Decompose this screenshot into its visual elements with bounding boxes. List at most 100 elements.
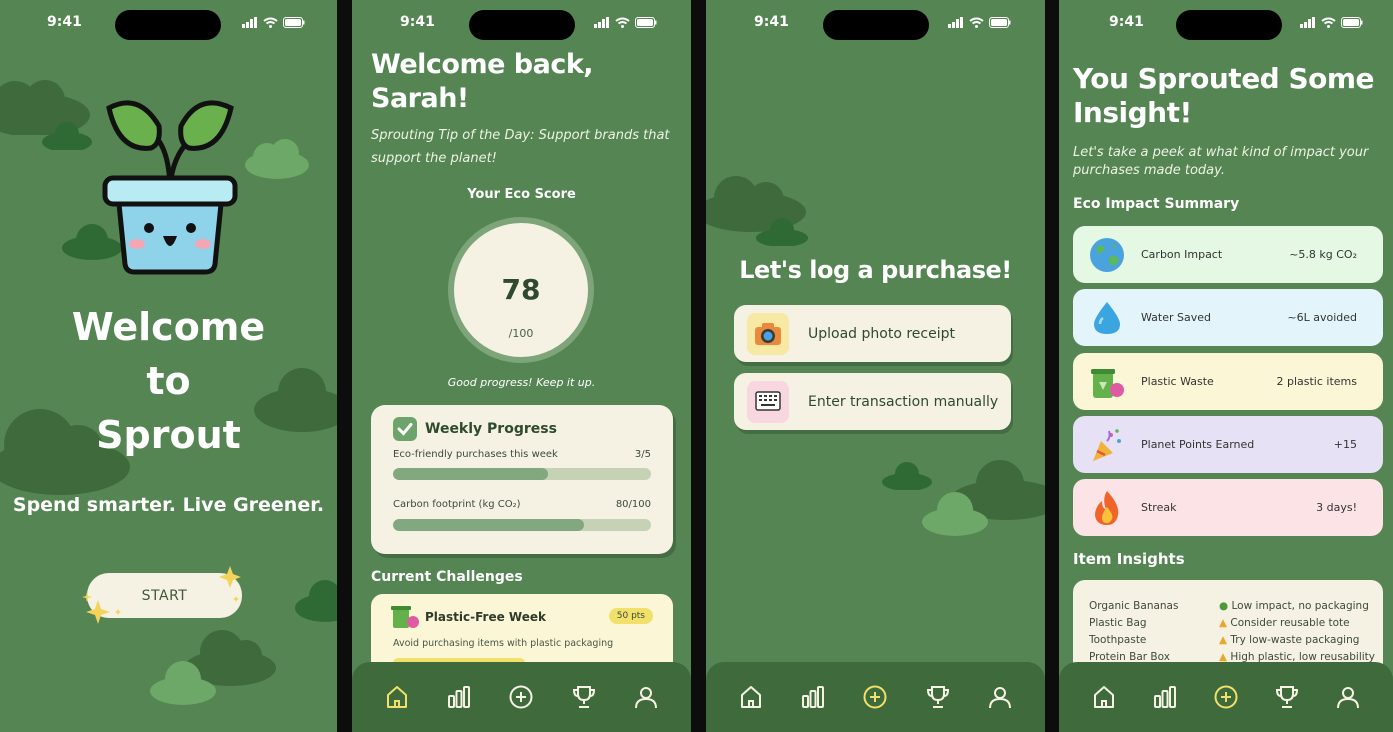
welcome-screen: 9:41 Welcome to Sprout Spend smarter. Li…: [0, 0, 337, 732]
status-time: 9:41: [1109, 14, 1144, 30]
stats-icon: [448, 686, 471, 708]
profile-icon: [634, 687, 657, 709]
tab-rewards[interactable]: [1272, 682, 1302, 712]
impact-row-carbon: Carbon Impact ~5.8 kg CO₂: [1073, 226, 1383, 283]
tab-stats[interactable]: [444, 682, 474, 712]
item-insight-list: ● Low impact, no packaging ▲ Consider re…: [1219, 598, 1375, 666]
insight-text: Try low-waste packaging: [1230, 634, 1360, 646]
cloud-decoration: [150, 661, 216, 705]
greeting-title: Welcome back, Sarah!: [371, 48, 594, 116]
title-line: Welcome: [71, 305, 266, 349]
item-name: Toothpaste: [1089, 634, 1147, 646]
progress-bar: [393, 468, 651, 480]
battery-icon: [283, 17, 305, 28]
party-popper-icon: [1087, 425, 1127, 465]
sparkle-icon: [82, 566, 241, 624]
progress-row-label: Eco-friendly purchases this week: [393, 449, 558, 460]
progress-bar: [393, 519, 651, 531]
progress-row-label: Carbon footprint (kg CO₂): [393, 499, 521, 510]
progress-bar-fill: [393, 519, 584, 531]
item-insight: ▲ Try low-waste packaging: [1219, 632, 1375, 649]
weekly-progress-card: Weekly Progress Eco-friendly purchases t…: [371, 405, 673, 554]
cloud-decoration: [882, 462, 932, 490]
current-challenges-label: Current Challenges: [371, 569, 523, 585]
cloud-decoration: [295, 580, 337, 622]
dynamic-island: [115, 10, 221, 40]
trophy-icon: [572, 686, 595, 708]
upload-receipt-button[interactable]: Upload photo receipt: [734, 305, 1011, 362]
eco-score-max: /100: [508, 327, 534, 340]
battery-icon: [1341, 17, 1363, 28]
trophy-icon: [1276, 686, 1299, 708]
impact-name: Water Saved: [1141, 311, 1211, 324]
item-insight: ▲ Consider reusable tote: [1219, 615, 1375, 632]
tagline: Spend smarter. Live Greener.: [12, 494, 325, 516]
tab-add[interactable]: [860, 682, 890, 712]
status-bar: 9:41: [1059, 0, 1393, 48]
challenge-title: Plastic-Free Week: [425, 610, 546, 624]
add-icon: [863, 685, 887, 709]
insights-title: You Sprouted Some Insight!: [1073, 62, 1375, 130]
impact-value: 3 days!: [1316, 501, 1357, 514]
tab-profile[interactable]: [631, 682, 661, 712]
cellular-icon: [1300, 17, 1315, 28]
fire-icon: [1087, 488, 1127, 528]
leaf-icon: ●: [1219, 600, 1229, 612]
tip-of-the-day: Sprouting Tip of the Day: Support brands…: [371, 128, 670, 166]
checkbox-checked-icon: [393, 417, 417, 441]
tab-rewards[interactable]: [923, 682, 953, 712]
weekly-progress-title: Weekly Progress: [425, 421, 557, 437]
earth-icon: [1087, 235, 1127, 275]
tab-home[interactable]: [1089, 682, 1119, 712]
cellular-icon: [948, 17, 963, 28]
home-icon: [1093, 686, 1114, 708]
dynamic-island: [823, 10, 929, 40]
tab-profile[interactable]: [1333, 682, 1363, 712]
recycle-bin-icon: [1087, 362, 1127, 402]
add-icon: [1214, 685, 1238, 709]
tab-add[interactable]: [1211, 682, 1241, 712]
item-insights-label: Item Insights: [1073, 550, 1185, 568]
insight-text: Low impact, no packaging: [1231, 600, 1369, 612]
progress-note: Good progress! Keep it up.: [447, 376, 596, 389]
cloud-decoration: [42, 122, 92, 150]
item-name: Organic Bananas: [1089, 600, 1179, 612]
impact-value: ~5.8 kg CO₂: [1289, 248, 1357, 261]
home-icon: [741, 686, 762, 708]
manual-entry-button[interactable]: Enter transaction manually: [734, 373, 1011, 430]
tab-rewards[interactable]: [569, 682, 599, 712]
status-time: 9:41: [47, 14, 82, 30]
tab-home[interactable]: [382, 682, 412, 712]
eco-score-value: 78: [501, 273, 541, 306]
impact-row-points: Planet Points Earned +15: [1073, 416, 1383, 473]
impact-value: ~6L avoided: [1287, 311, 1357, 324]
insights-subtitle: Let's take a peek at what kind of impact…: [1073, 145, 1369, 178]
tab-stats[interactable]: [798, 682, 828, 712]
insight-text: Consider reusable tote: [1230, 617, 1350, 629]
status-icons: [594, 17, 657, 28]
cellular-icon: [594, 17, 609, 28]
impact-name: Carbon Impact: [1141, 248, 1223, 261]
upload-receipt-label: Upload photo receipt: [808, 325, 955, 342]
impact-name: Planet Points Earned: [1141, 438, 1255, 451]
points-badge: 50 pts: [608, 608, 653, 624]
status-icons: [948, 17, 1011, 28]
stats-icon: [1153, 686, 1176, 708]
dynamic-island: [1176, 10, 1282, 40]
stats-icon: [802, 686, 825, 708]
tab-home[interactable]: [736, 682, 766, 712]
title-line: Sprout: [96, 413, 241, 457]
impact-row-water: Water Saved ~6L avoided: [1073, 289, 1383, 346]
eco-impact-summary-label: Eco Impact Summary: [1073, 196, 1240, 212]
cloud-decoration: [245, 139, 309, 179]
wifi-icon: [1321, 17, 1336, 28]
tab-bar: [1059, 662, 1393, 732]
tab-add[interactable]: [506, 682, 536, 712]
status-bar: 9:41: [352, 0, 691, 48]
manual-entry-label: Enter transaction manually: [808, 393, 999, 410]
profile-icon: [988, 687, 1011, 709]
log-purchase-screen: 9:41 Let's log a purchase! Upload photo …: [706, 0, 1045, 732]
wifi-icon: [263, 17, 278, 28]
tab-stats[interactable]: [1150, 682, 1180, 712]
tab-profile[interactable]: [985, 682, 1015, 712]
